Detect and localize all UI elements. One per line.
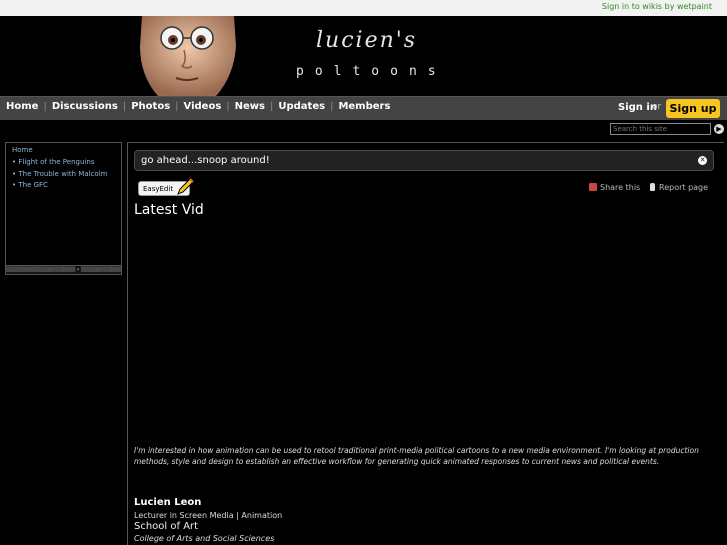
nav-separator: | bbox=[175, 101, 179, 112]
author-name: Lucien Leon bbox=[134, 497, 202, 508]
nav-separator: | bbox=[226, 101, 230, 112]
site-title-line2: poltoons bbox=[296, 64, 447, 79]
nav-updates[interactable]: Updates bbox=[278, 101, 325, 112]
author-college: College of Arts and Social Sciences bbox=[134, 534, 275, 543]
arrow-right-icon[interactable]: ▶ bbox=[714, 124, 724, 134]
nav-home[interactable]: Home bbox=[6, 101, 38, 112]
nav-items: Home | Discussions | Photos | Videos | N… bbox=[6, 101, 390, 112]
easyedit-label: EasyEdit bbox=[143, 185, 174, 193]
nav-separator: | bbox=[43, 101, 47, 112]
nav-news[interactable]: News bbox=[235, 101, 265, 112]
nav-videos[interactable]: Videos bbox=[184, 101, 222, 112]
share-this-link[interactable]: Share this bbox=[589, 183, 640, 192]
share-label: Share this bbox=[600, 183, 641, 192]
wetpaint-signin-link[interactable]: Sign in to wikis by wetpaint bbox=[602, 2, 712, 11]
nav-discussions[interactable]: Discussions bbox=[52, 101, 118, 112]
site-title-line1: lucien's bbox=[316, 28, 418, 53]
report-page-link[interactable]: Report page bbox=[650, 183, 708, 192]
nav-separator: | bbox=[270, 101, 274, 112]
sidebar-item-flight-of-the-penguins[interactable]: Flight of the Penguins bbox=[12, 157, 107, 169]
top-bar: Sign in to wikis by wetpaint bbox=[0, 0, 727, 16]
nav-separator: | bbox=[330, 101, 334, 112]
sidebar-resize-handle[interactable]: ▒▒▒▒▒▒▒▒▒▒▒▒▒▒▒▒▒▒ ▾ ▒▒▒▒▒▒▒▒▒▒▒▒▒▒▒▒▒▒ bbox=[6, 265, 121, 274]
pencil-icon bbox=[177, 178, 194, 195]
main-content: go ahead...snoop around! ✕ EasyEdit Shar… bbox=[127, 142, 724, 545]
author-role: Lecturer in Screen Media | Animation bbox=[134, 511, 283, 520]
sign-up-button[interactable]: Sign up bbox=[666, 99, 720, 118]
or-text: or bbox=[652, 102, 662, 112]
sidebar-list: Flight of the Penguins The Trouble with … bbox=[12, 157, 107, 192]
sidebar-item-home[interactable]: Home bbox=[12, 146, 33, 154]
page-title: Latest Vid bbox=[134, 202, 204, 218]
sidebar-item-the-trouble-with-malcolm[interactable]: The Trouble with Malcolm bbox=[12, 169, 107, 181]
nav-photos[interactable]: Photos bbox=[131, 101, 170, 112]
easyedit-button[interactable]: EasyEdit bbox=[138, 178, 194, 196]
search-input[interactable] bbox=[610, 123, 711, 135]
main-nav: Home | Discussions | Photos | Videos | N… bbox=[0, 96, 727, 120]
bio-paragraph: I'm interested in how animation can be u… bbox=[134, 446, 699, 466]
sidebar-item-the-gfc[interactable]: The GFC bbox=[12, 180, 107, 192]
author-school: School of Art bbox=[134, 521, 199, 532]
site-header: lucien's poltoons bbox=[0, 16, 727, 96]
close-icon[interactable]: ✕ bbox=[698, 156, 707, 165]
nav-separator: | bbox=[122, 101, 127, 112]
announcement-text: go ahead...snoop around! bbox=[141, 155, 270, 166]
nav-members[interactable]: Members bbox=[338, 101, 390, 112]
report-label: Report page bbox=[659, 183, 709, 192]
report-icon bbox=[650, 183, 655, 191]
announcement-bar: go ahead...snoop around! ✕ bbox=[134, 150, 714, 171]
share-icon bbox=[589, 183, 597, 191]
cartoon-head-logo bbox=[140, 16, 236, 96]
sidebar: Home Flight of the Penguins The Trouble … bbox=[5, 142, 122, 275]
